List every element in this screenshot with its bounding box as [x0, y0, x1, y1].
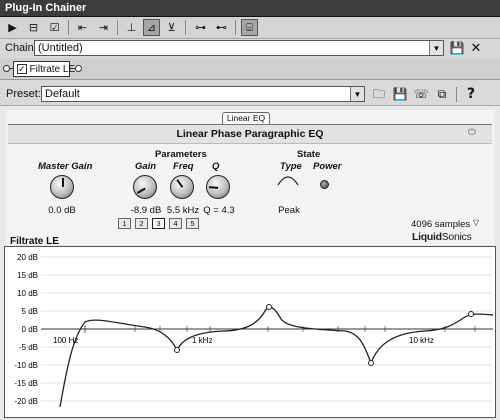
play-icon[interactable]: ▶ — [4, 19, 21, 36]
y-tick-label: 5 dB — [22, 307, 38, 316]
band-handle-4[interactable] — [468, 311, 474, 317]
liquidsonics-logo: LiquidSonics — [412, 231, 472, 243]
preset-label: Preset: — [6, 88, 41, 100]
fft-samples[interactable]: 4096 samples — [411, 219, 470, 230]
chevron-down-icon[interactable]: ▼ — [350, 87, 364, 101]
power-led-icon[interactable] — [320, 180, 329, 189]
band-button-5[interactable]: 5 — [186, 218, 199, 229]
move-right-icon[interactable]: ⇥ — [95, 19, 112, 36]
y-tick-label: -20 dB — [14, 397, 38, 406]
gain-value: -8.9 dB — [130, 205, 162, 216]
q-label: Q — [212, 161, 220, 172]
eq-response-graph[interactable]: 20 dB 15 dB 10 dB 5 dB 0 dB -5 dB -10 dB… — [4, 246, 496, 418]
save-preset-icon[interactable]: 💾 — [392, 86, 408, 102]
parameters-title: Parameters — [155, 149, 207, 160]
band-button-2[interactable]: 2 — [135, 218, 148, 229]
help-icon[interactable]: ? — [463, 86, 479, 102]
gain-knob[interactable] — [133, 175, 157, 199]
chain-dropdown[interactable]: (Untitled) ▼ — [34, 40, 444, 56]
band-handle-1[interactable] — [174, 347, 180, 353]
band-button-1[interactable]: 1 — [118, 218, 131, 229]
chain-settings-icon[interactable]: ⌸ — [241, 19, 258, 36]
y-tick-label: 15 dB — [17, 271, 38, 280]
band-handle-2[interactable] — [266, 304, 272, 310]
chain-view-icon[interactable]: ⊟ — [25, 19, 42, 36]
save-icon[interactable]: 💾 — [449, 40, 465, 56]
open-folder-icon[interactable]: 🗀 — [371, 86, 387, 102]
power-icon[interactable]: ⏻ — [468, 127, 476, 138]
band-button-3[interactable]: 3 — [152, 218, 165, 229]
toolbar-divider — [117, 20, 118, 35]
chain-label: Chain: — [5, 42, 37, 54]
freq-label: Freq — [173, 161, 194, 172]
toolbar-divider — [235, 20, 236, 35]
master-gain-value: 0.0 dB — [48, 205, 76, 216]
master-gain-label: Master Gain — [38, 161, 93, 172]
chain-value: (Untitled) — [38, 42, 83, 54]
freq-knob[interactable] — [170, 175, 194, 199]
eq-response-curve — [59, 306, 494, 408]
routing-active-icon[interactable]: ⊿ — [143, 19, 160, 36]
y-tick-label: -5 dB — [19, 343, 38, 352]
chevron-down-icon[interactable]: ▽ — [473, 218, 479, 227]
y-tick-label: 10 dB — [17, 289, 38, 298]
q-knob[interactable] — [206, 175, 230, 199]
peak-filter-icon[interactable] — [277, 175, 299, 187]
preset-value: Default — [45, 88, 80, 100]
toolbar-divider — [68, 20, 69, 35]
preset-row: Preset: Default ▼ 🗀 💾 ☏ ⧉ ? — [0, 82, 500, 106]
power-label: Power — [313, 161, 342, 172]
chain-row: Chain: (Untitled) ▼ 💾 ✕ — [0, 39, 500, 57]
state-title: State — [297, 149, 321, 160]
band-handle-3[interactable] — [368, 360, 374, 366]
tab-linear-eq[interactable]: Linear EQ — [222, 112, 270, 124]
q-value: Q = 4.3 — [203, 205, 235, 216]
type-value: Peak — [278, 205, 300, 216]
preset-dropdown[interactable]: Default ▼ — [41, 86, 365, 102]
plugin-enable-checkbox[interactable]: ✓ — [17, 64, 27, 74]
plugin-tab-label: Filtrate LE — [29, 63, 76, 75]
y-tick-label: -15 dB — [14, 379, 38, 388]
insert-plugin-icon[interactable]: ⊶ — [192, 19, 209, 36]
preset-divider — [456, 87, 457, 102]
gain-label: Gain — [135, 161, 157, 172]
freq-value: 5.5 kHz — [166, 205, 200, 216]
chain-input-node — [3, 65, 10, 72]
preset-copy-icon[interactable]: ⧉ — [434, 86, 450, 102]
toolbar-divider — [185, 20, 186, 35]
freq-tick-label: 10 kHz — [409, 336, 434, 345]
remove-plugin-icon[interactable]: ⊷ — [213, 19, 230, 36]
graph-grid — [41, 256, 493, 402]
routing-icon[interactable]: ⊥ — [123, 19, 140, 36]
chevron-down-icon[interactable]: ▼ — [429, 41, 443, 55]
chain-output-node — [75, 65, 82, 72]
chain-check-icon[interactable]: ☑ — [46, 19, 63, 36]
y-tick-label: 0 dB — [22, 325, 38, 334]
toolbar: ▶ ⊟ ☑ ⇤ ⇥ ⊥ ⊿ ⊻ ⊶ ⊷ ⌸ — [0, 17, 500, 39]
close-icon[interactable]: ✕ — [468, 40, 484, 56]
eq-header: Linear Phase Paragraphic EQ — [8, 124, 492, 144]
plugin-tab-filtrate[interactable]: ✓ Filtrate LE — [13, 61, 75, 77]
band-button-4[interactable]: 4 — [169, 218, 182, 229]
freq-tick-label: 1 kHz — [192, 336, 212, 345]
y-tick-label: -10 dB — [14, 361, 38, 370]
plugin-chain-row: ✓ Filtrate LE — [0, 58, 500, 80]
eq-response-svg[interactable]: 20 dB 15 dB 10 dB 5 dB 0 dB -5 dB -10 dB… — [5, 247, 495, 417]
routing-alt-icon[interactable]: ⊻ — [163, 19, 180, 36]
window-title: Plug-In Chainer — [0, 0, 500, 17]
y-tick-label: 20 dB — [17, 253, 38, 262]
preset-link-icon[interactable]: ☏ — [413, 86, 429, 102]
master-gain-knob[interactable] — [50, 175, 74, 199]
move-left-icon[interactable]: ⇤ — [74, 19, 91, 36]
type-label: Type — [280, 161, 302, 172]
